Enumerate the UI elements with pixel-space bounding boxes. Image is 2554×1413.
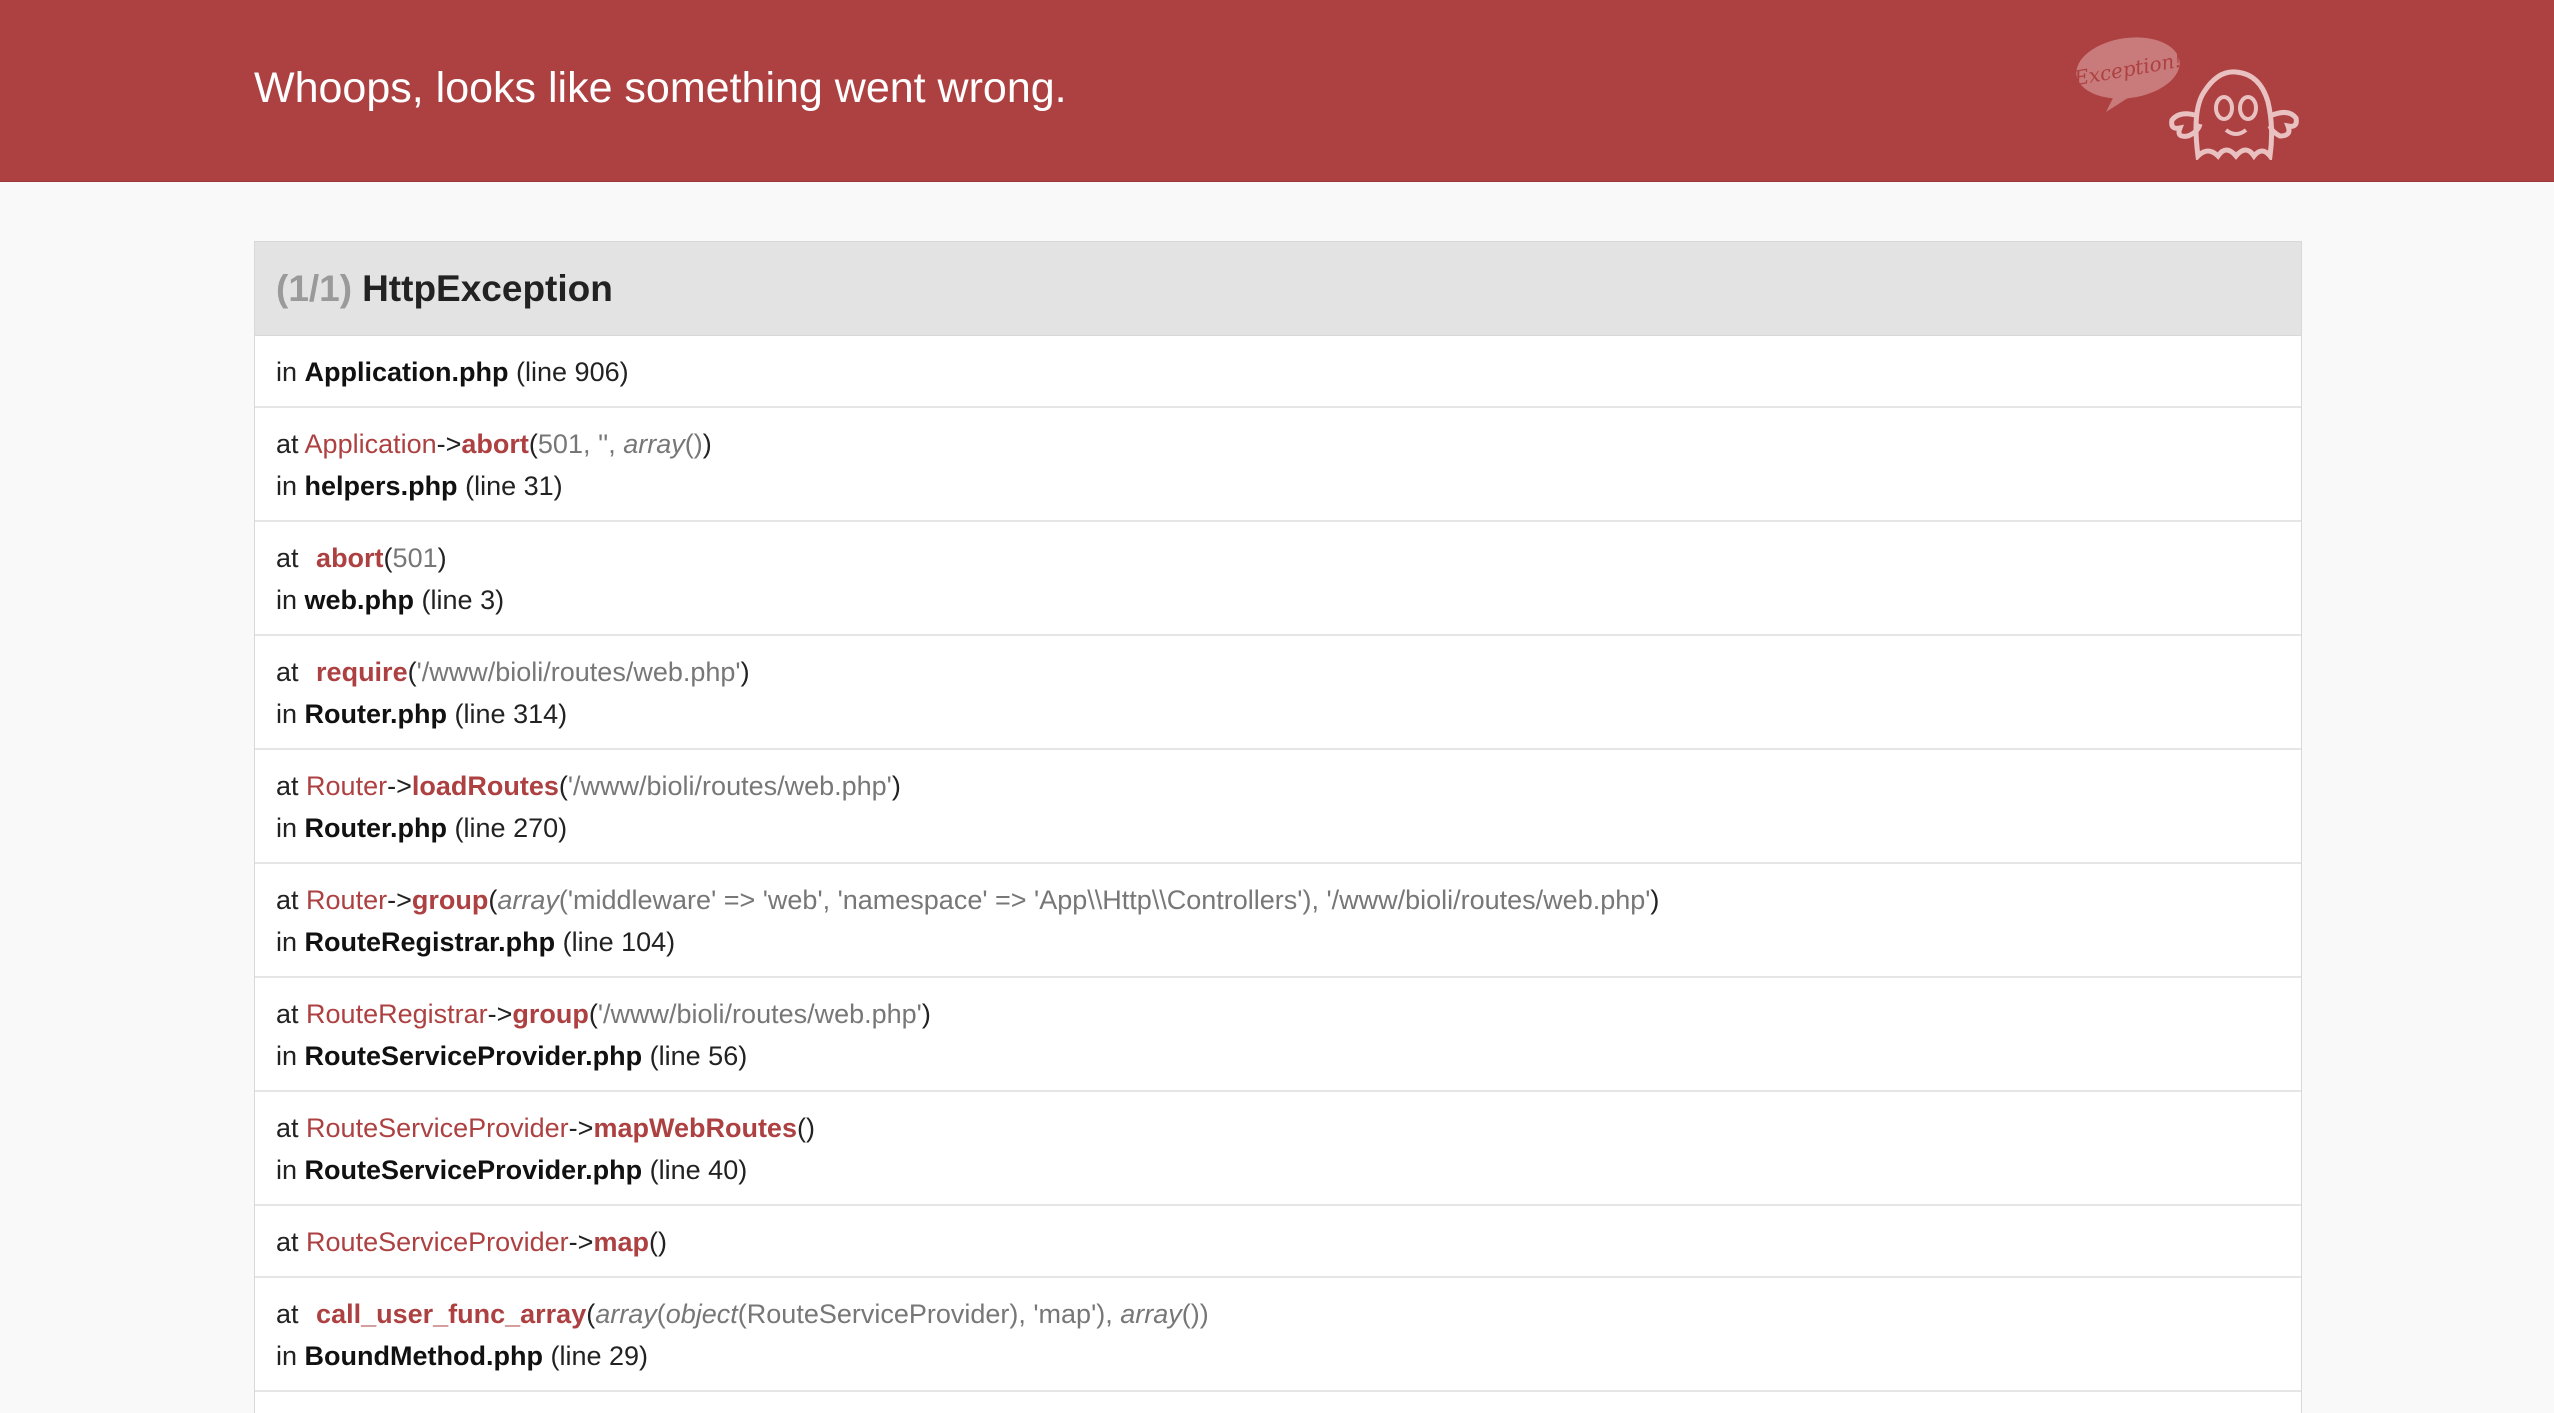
trace-file: web.php xyxy=(304,585,415,615)
trace-row: at RouteServiceProvider->map() xyxy=(255,1206,2301,1278)
trace-line: (line 40) xyxy=(649,1155,748,1185)
trace-row: at require('/www/bioli/routes/web.php') … xyxy=(255,636,2301,750)
trace-file: helpers.php xyxy=(304,471,458,501)
trace-row: at Router->group(array('middleware' => '… xyxy=(255,864,2301,978)
trace-function: mapWebRoutes xyxy=(593,1113,797,1143)
exception-name: HttpException xyxy=(362,267,613,309)
trace-args: 501 xyxy=(392,543,438,573)
trace-args: 501, '', xyxy=(537,429,624,459)
trace-file: Application.php xyxy=(304,357,509,387)
exception-header: (1/1) HttpException xyxy=(255,242,2301,336)
exception-panel: (1/1) HttpException in Application.php (… xyxy=(254,241,2302,1413)
trace-row: at call_user_func_array(array(object(Rou… xyxy=(255,1278,2301,1392)
header-bar: Whoops, looks like something went wrong.… xyxy=(0,0,2554,182)
trace-row: in Application.php (line 906) xyxy=(255,336,2301,408)
trace-row: at Router->loadRoutes('/www/bioli/routes… xyxy=(255,750,2301,864)
trace-line: (line 270) xyxy=(454,813,568,843)
trace-class: RouteServiceProvider xyxy=(306,1227,569,1257)
trace-file: Router.php xyxy=(304,699,448,729)
trace-class: Application xyxy=(304,429,437,459)
trace-function: require xyxy=(316,657,408,687)
ghost-exception-logo-icon: Exception! xyxy=(2076,37,2299,160)
trace-line: (line 56) xyxy=(649,1041,748,1071)
trace-class: RouteServiceProvider xyxy=(306,1113,569,1143)
trace-file: RouteServiceProvider.php xyxy=(304,1041,643,1071)
trace-args: ('middleware' => 'web', 'namespace' => '… xyxy=(558,885,1651,915)
trace-function: group xyxy=(411,885,489,915)
trace-class: Router xyxy=(306,885,388,915)
trace-row xyxy=(255,1392,2301,1413)
trace-args: '/www/bioli/routes/web.php' xyxy=(416,657,741,687)
trace-function: loadRoutes xyxy=(411,771,559,801)
trace-class: RouteRegistrar xyxy=(306,999,488,1029)
page-title: Whoops, looks like something went wrong. xyxy=(254,64,1067,112)
trace-function: abort xyxy=(316,543,384,573)
trace-file: RouteServiceProvider.php xyxy=(304,1155,643,1185)
trace-class: Router xyxy=(306,771,388,801)
trace-function: group xyxy=(512,999,589,1029)
trace-row: at Application->abort(501, '', array()) … xyxy=(255,408,2301,522)
trace-function: map xyxy=(593,1227,649,1257)
trace-line: (line 3) xyxy=(421,585,505,615)
trace-line: (line 31) xyxy=(465,471,563,501)
trace-args: (RouteServiceProvider), 'map'), xyxy=(737,1299,1121,1329)
trace-row: at RouteServiceProvider->mapWebRoutes() … xyxy=(255,1092,2301,1206)
trace-function: abort xyxy=(461,429,529,459)
trace-args: '/www/bioli/routes/web.php' xyxy=(567,771,892,801)
trace-line: (line 906) xyxy=(516,357,629,387)
trace-args: '/www/bioli/routes/web.php' xyxy=(597,999,922,1029)
trace-row: at abort(501) in web.php (line 3) xyxy=(255,522,2301,636)
trace-line: (line 29) xyxy=(550,1341,649,1371)
trace-file: RouteRegistrar.php xyxy=(304,927,556,957)
trace-line: (line 314) xyxy=(454,699,568,729)
trace-file: Router.php xyxy=(304,813,448,843)
exception-counter: (1/1) xyxy=(276,267,353,309)
trace-row: at RouteRegistrar->group('/www/bioli/rou… xyxy=(255,978,2301,1092)
trace-file: BoundMethod.php xyxy=(304,1341,543,1371)
trace-function: call_user_func_array xyxy=(316,1299,587,1329)
trace-line: (line 104) xyxy=(562,927,676,957)
